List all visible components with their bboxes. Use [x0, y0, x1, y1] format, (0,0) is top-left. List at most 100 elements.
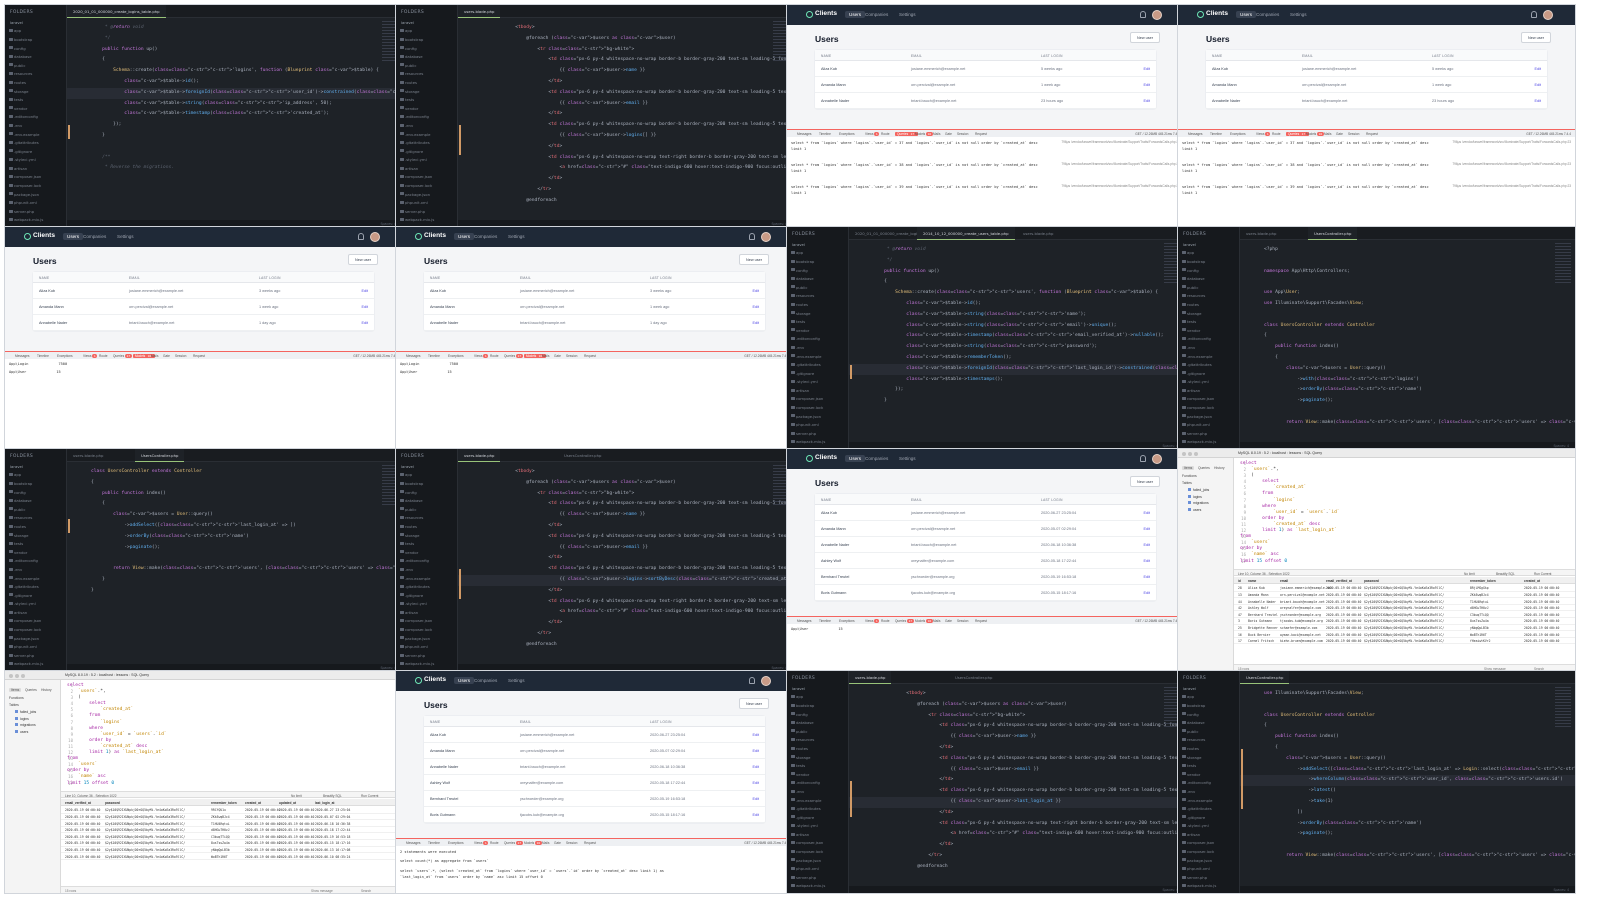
- sidebar-folder[interactable]: config: [1178, 710, 1239, 719]
- nav-settings[interactable]: Settings: [895, 455, 920, 462]
- left-tab[interactable]: History: [1214, 466, 1225, 470]
- debugbar-tab-timeline[interactable]: Timeline: [819, 132, 831, 136]
- bell-icon[interactable]: [1531, 11, 1537, 18]
- debugbar-tab-exceptions[interactable]: Exceptions: [448, 354, 464, 358]
- sidebar-folder[interactable]: storage: [1178, 309, 1239, 318]
- sidebar-folder[interactable]: .env.example: [1178, 352, 1239, 361]
- sidebar-folder[interactable]: laravel: [787, 240, 848, 249]
- sidebar-folder[interactable]: .editorconfig: [396, 557, 457, 566]
- sidebar-folder[interactable]: .styleci.yml: [5, 156, 66, 165]
- sidebar-folder[interactable]: composer.lock: [396, 181, 457, 190]
- sidebar-folder[interactable]: public: [5, 505, 66, 514]
- result-column-header[interactable]: email_verified_at: [1326, 579, 1352, 583]
- avatar[interactable]: [1152, 9, 1162, 20]
- debugbar-tab-route[interactable]: Route: [490, 841, 499, 845]
- nav-companies[interactable]: Companies: [79, 233, 110, 240]
- debugbar-tab-queries[interactable]: Queries 17: [504, 840, 523, 845]
- sidebar-folder[interactable]: storage: [396, 87, 457, 96]
- sidebar-folder[interactable]: config: [787, 710, 848, 719]
- nav-companies[interactable]: Companies: [861, 11, 892, 18]
- brand-name[interactable]: Clients: [1206, 10, 1228, 17]
- debugbar-tab-exceptions[interactable]: Exceptions: [57, 354, 73, 358]
- code-editor[interactable]: * @return void */ public function up() {…: [91, 23, 402, 219]
- table-item[interactable]: logins: [15, 716, 29, 721]
- sidebar-folder[interactable]: server.php: [1178, 429, 1239, 438]
- sidebar-folder[interactable]: package.json: [396, 634, 457, 643]
- avatar[interactable]: [761, 231, 771, 242]
- brand-name[interactable]: Clients: [815, 454, 837, 461]
- debugbar-tab-views[interactable]: Views 1: [474, 353, 489, 358]
- debugbar-tab-route[interactable]: Route: [881, 132, 890, 136]
- sidebar-folder[interactable]: .gitattributes: [1178, 360, 1239, 369]
- sidebar-folder[interactable]: bootstrap: [1178, 257, 1239, 266]
- query-line[interactable]: select count(*) as aggregate from `users…: [400, 858, 789, 864]
- sidebar-folder[interactable]: config: [396, 488, 457, 497]
- sidebar-folder[interactable]: package.json: [1178, 856, 1239, 865]
- debugbar-tab-timeline[interactable]: Timeline: [37, 354, 49, 358]
- column-header[interactable]: LAST LOGIN: [1041, 54, 1063, 58]
- sidebar-folder[interactable]: artisan: [787, 386, 848, 395]
- debugbar-tab-timeline[interactable]: Timeline: [428, 841, 440, 845]
- result-row[interactable]: 2020-05-19 00:00:40 $2y$10$92IXUNpkjO0rOQ…: [61, 847, 402, 854]
- table-item[interactable]: failed_jobs: [1188, 488, 1209, 492]
- sidebar-folder[interactable]: webpack.mix.js: [5, 216, 66, 225]
- sidebar-folder[interactable]: public: [1178, 727, 1239, 736]
- sidebar-folder[interactable]: resources: [396, 70, 457, 79]
- sidebar-folder[interactable]: artisan: [396, 164, 457, 173]
- debugbar-tab-messages[interactable]: Messages: [1188, 132, 1203, 136]
- sidebar-folder[interactable]: composer.json: [787, 395, 848, 404]
- sidebar-folder[interactable]: app: [787, 249, 848, 258]
- sidebar-folder[interactable]: tests: [5, 95, 66, 104]
- result-row[interactable]: 13 Amanda Mann orn.percival@example.net 202…: [1234, 592, 1575, 599]
- sidebar-folder[interactable]: package.json: [5, 190, 66, 199]
- debugbar-tab-session[interactable]: Session: [175, 354, 186, 358]
- result-row[interactable]: 47 Bernhard Treutel yschroeder@example.org…: [1234, 611, 1575, 618]
- debugbar-tab-queries[interactable]: Queries 17: [504, 353, 523, 358]
- window-control-icon[interactable]: [21, 673, 25, 678]
- sidebar-folder[interactable]: vendor: [787, 326, 848, 335]
- functions-group[interactable]: Functions: [9, 696, 24, 700]
- sidebar-folder[interactable]: app: [1178, 693, 1239, 702]
- column-header[interactable]: EMAIL: [520, 720, 531, 724]
- edit-link[interactable]: Edit: [361, 305, 368, 309]
- sidebar-folder[interactable]: phpunit.xml: [1178, 420, 1239, 429]
- debugbar-tab-models[interactable]: Models 32: [1306, 131, 1324, 136]
- sidebar-folder[interactable]: composer.json: [1178, 839, 1239, 848]
- debugbar-tab-exceptions[interactable]: Exceptions: [839, 619, 855, 623]
- result-column-header[interactable]: name: [1248, 579, 1256, 583]
- edit-link[interactable]: Edit: [1534, 83, 1541, 87]
- tables-group[interactable]: Tables: [1182, 481, 1192, 485]
- sidebar-folder[interactable]: storage: [1178, 753, 1239, 762]
- edit-link[interactable]: Edit: [1143, 67, 1150, 71]
- result-column-header[interactable]: last_login_at: [315, 801, 335, 805]
- tab-users-blade[interactable]: users.blade.php: [849, 671, 892, 684]
- sidebar-folder[interactable]: app: [787, 693, 848, 702]
- query-line[interactable]: select * from `logins` where `logins`.`u…: [1182, 184, 1435, 196]
- beautify-button[interactable]: Beautify SQL: [323, 794, 342, 798]
- brand-name[interactable]: Clients: [424, 676, 446, 683]
- sidebar-folder[interactable]: routes: [1178, 300, 1239, 309]
- sidebar-folder[interactable]: routes: [396, 78, 457, 87]
- result-column-header[interactable]: password: [1364, 579, 1379, 583]
- table-item[interactable]: users: [1188, 507, 1201, 512]
- sidebar-folder[interactable]: composer.json: [787, 839, 848, 848]
- sidebar-folder[interactable]: .styleci.yml: [787, 822, 848, 831]
- sidebar-folder[interactable]: package.json: [396, 190, 457, 199]
- debugbar-tab-request[interactable]: Request: [975, 132, 987, 136]
- sidebar-folder[interactable]: .styleci.yml: [5, 600, 66, 609]
- sidebar-folder[interactable]: artisan: [1178, 830, 1239, 839]
- limit-select[interactable]: No limit: [1464, 572, 1475, 576]
- window-control-icon[interactable]: [1194, 451, 1198, 456]
- edit-link[interactable]: Edit: [1143, 543, 1150, 547]
- result-row[interactable]: 2020-05-19 00:00:40 $2y$10$92IXUNpkjO0rOQ…: [61, 833, 402, 840]
- sidebar-folder[interactable]: database: [1178, 718, 1239, 727]
- tab-users-blade[interactable]: users.blade.php: [67, 449, 109, 462]
- sidebar-folder[interactable]: server.php: [5, 207, 66, 216]
- sidebar-folder[interactable]: .editorconfig: [1178, 335, 1239, 344]
- sidebar-folder[interactable]: database: [787, 718, 848, 727]
- column-header[interactable]: NAME: [430, 276, 440, 280]
- sidebar-folder[interactable]: .env: [787, 343, 848, 352]
- sidebar-folder[interactable]: .env: [1178, 787, 1239, 796]
- sidebar-folder[interactable]: server.php: [396, 651, 457, 660]
- sidebar-folder[interactable]: composer.lock: [787, 847, 848, 856]
